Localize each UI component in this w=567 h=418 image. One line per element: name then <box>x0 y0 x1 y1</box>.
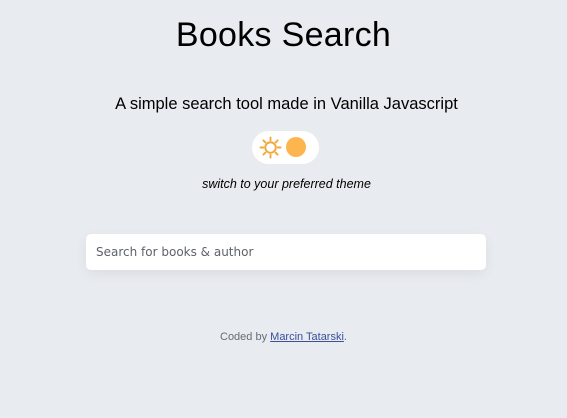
page: Books Search A simple search tool made i… <box>0 0 567 418</box>
search-box <box>86 234 486 270</box>
page-title: Books Search <box>175 16 392 54</box>
toggle-knob[interactable] <box>286 137 306 157</box>
author-link[interactable]: Marcin Tatarski <box>270 331 344 343</box>
footer: Coded by Marcin Tatarski. <box>0 331 567 343</box>
footer-suffix: . <box>343 331 347 343</box>
page-subtitle: A simple search tool made in Vanilla Jav… <box>115 95 458 113</box>
theme-toggle[interactable] <box>252 131 319 164</box>
theme-hint: switch to your preferred theme <box>202 177 371 191</box>
footer-prefix: Coded by <box>220 331 271 343</box>
search-input[interactable] <box>86 234 486 270</box>
